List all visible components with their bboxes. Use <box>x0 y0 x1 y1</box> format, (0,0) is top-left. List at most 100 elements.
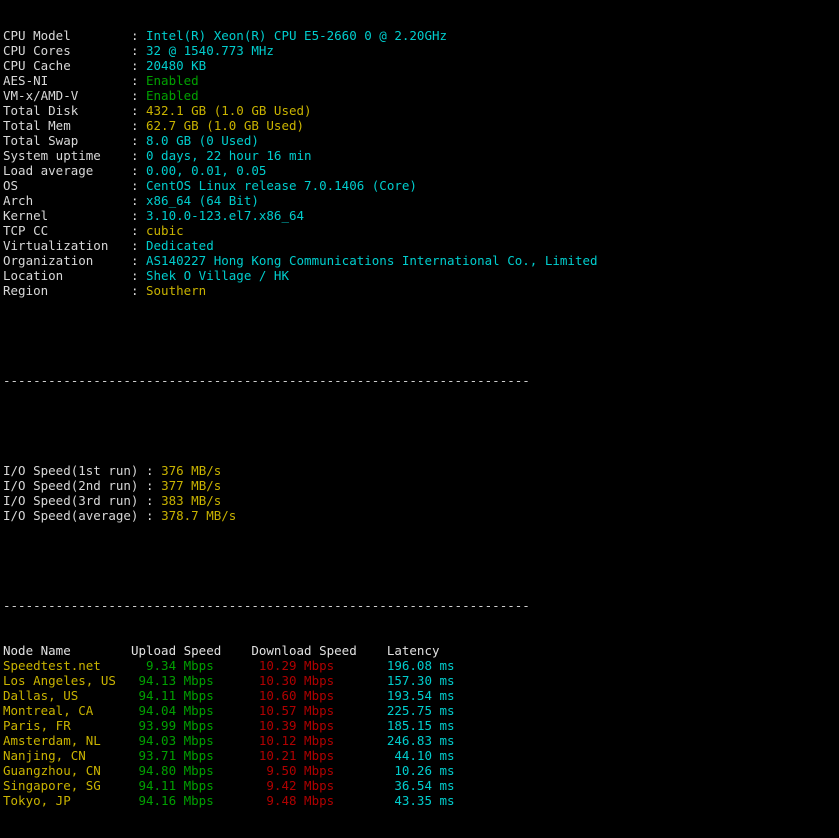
speedtest-download-speed: 10.29 Mbps <box>251 658 387 673</box>
speedtest-latency: 185.15 ms <box>386 718 455 733</box>
sysinfo-label: Organization <box>3 253 131 268</box>
speedtest-row: Dallas, US 94.11 Mbps 10.60 Mbps 193.54 … <box>3 688 598 703</box>
iospeed-label: I/O Speed(average) <box>3 508 146 523</box>
sysinfo-label: Total Disk <box>3 103 131 118</box>
sysinfo-row: Total Disk : 432.1 GB (1.0 GB Used) <box>3 103 598 118</box>
sysinfo-value: 3.10.0-123.el7.x86_64 <box>146 208 305 223</box>
separator-line-2: ----------------------------------------… <box>3 598 530 613</box>
speedtest-upload-speed: 93.99 Mbps <box>130 718 252 733</box>
sysinfo-separator: : <box>130 268 146 283</box>
iospeed-label: I/O Speed(1st run) <box>3 463 146 478</box>
iospeed-label: I/O Speed(2nd run) <box>3 478 146 493</box>
sysinfo-value: Dedicated <box>146 238 214 253</box>
speedtest-section: Node Name Upload Speed Download Speed La… <box>3 643 598 808</box>
speedtest-row: Los Angeles, US 94.13 Mbps 10.30 Mbps 15… <box>3 673 598 688</box>
sysinfo-separator: : <box>130 58 146 73</box>
speedtest-row: Amsterdam, NL 94.03 Mbps 10.12 Mbps 246.… <box>3 733 598 748</box>
speedtest-download-speed: 10.30 Mbps <box>251 673 387 688</box>
speedtest-latency: 43.35 ms <box>386 793 455 808</box>
speedtest-download-speed: 9.42 Mbps <box>251 778 387 793</box>
sysinfo-separator: : <box>130 178 146 193</box>
sysinfo-label: Total Swap <box>3 133 131 148</box>
speedtest-node-name: Singapore, SG <box>3 778 131 793</box>
iospeed-separator: : <box>146 508 162 523</box>
sysinfo-value: AS140227 Hong Kong Communications Intern… <box>146 253 598 268</box>
speedtest-download-speed: 10.21 Mbps <box>251 748 387 763</box>
sysinfo-row: Region : Southern <box>3 283 598 298</box>
sysinfo-value: 432.1 GB (1.0 GB Used) <box>146 103 312 118</box>
sysinfo-separator: : <box>130 103 146 118</box>
speedtest-latency: 44.10 ms <box>386 748 455 763</box>
speedtest-latency: 193.54 ms <box>386 688 455 703</box>
sysinfo-row: System uptime : 0 days, 22 hour 16 min <box>3 148 598 163</box>
speedtest-row: Singapore, SG 94.11 Mbps 9.42 Mbps 36.54… <box>3 778 598 793</box>
speedtest-row: Montreal, CA 94.04 Mbps 10.57 Mbps 225.7… <box>3 703 598 718</box>
sysinfo-row: CPU Model : Intel(R) Xeon(R) CPU E5-2660… <box>3 28 598 43</box>
sysinfo-separator: : <box>130 223 146 238</box>
speedtest-header-row: Node Name Upload Speed Download Speed La… <box>3 643 598 658</box>
sysinfo-label: CPU Cores <box>3 43 131 58</box>
speedtest-latency: 157.30 ms <box>386 673 455 688</box>
speedtest-latency: 246.83 ms <box>386 733 455 748</box>
terminal-output: CPU Model : Intel(R) Xeon(R) CPU E5-2660… <box>3 0 598 838</box>
sysinfo-row: Total Swap : 8.0 GB (0 Used) <box>3 133 598 148</box>
sysinfo-separator: : <box>130 283 146 298</box>
sysinfo-label: Virtualization <box>3 238 131 253</box>
iospeed-separator: : <box>146 463 162 478</box>
speedtest-node-name: Dallas, US <box>3 688 131 703</box>
sysinfo-value: Intel(R) Xeon(R) CPU E5-2660 0 @ 2.20GHz <box>146 28 448 43</box>
speedtest-node-name: Guangzhou, CN <box>3 763 131 778</box>
sysinfo-value: 62.7 GB (1.0 GB Used) <box>146 118 305 133</box>
sysinfo-label: System uptime <box>3 148 131 163</box>
io-speed-section: I/O Speed(1st run) : 376 MB/s I/O Speed(2… <box>3 463 598 523</box>
sysinfo-separator: : <box>130 88 146 103</box>
speedtest-upload-speed: 93.71 Mbps <box>130 748 252 763</box>
speedtest-upload-speed: 94.16 Mbps <box>130 793 252 808</box>
sysinfo-row: Location : Shek O Village / HK <box>3 268 598 283</box>
sysinfo-value: 20480 KB <box>146 58 207 73</box>
sysinfo-row: Total Mem : 62.7 GB (1.0 GB Used) <box>3 118 598 133</box>
speedtest-latency: 10.26 ms <box>386 763 455 778</box>
speedtest-upload-speed: 94.11 Mbps <box>130 688 252 703</box>
speedtest-latency: 36.54 ms <box>386 778 455 793</box>
speedtest-upload-speed: 94.04 Mbps <box>130 703 252 718</box>
sysinfo-label: Region <box>3 283 131 298</box>
column-header-download-speed: Download Speed <box>251 643 387 658</box>
sysinfo-separator: : <box>130 208 146 223</box>
speedtest-download-speed: 9.48 Mbps <box>251 793 387 808</box>
sysinfo-value: CentOS Linux release 7.0.1406 (Core) <box>146 178 417 193</box>
speedtest-row: Guangzhou, CN 94.80 Mbps 9.50 Mbps 10.26… <box>3 763 598 778</box>
terminal-window[interactable]: CPU Model : Intel(R) Xeon(R) CPU E5-2660… <box>0 0 839 808</box>
sysinfo-label: Kernel <box>3 208 131 223</box>
iospeed-separator: : <box>146 493 162 508</box>
sysinfo-value: 0 days, 22 hour 16 min <box>146 148 312 163</box>
column-header-upload-speed: Upload Speed <box>130 643 252 658</box>
sysinfo-separator: : <box>130 28 146 43</box>
sysinfo-separator: : <box>130 133 146 148</box>
iospeed-row: I/O Speed(average) : 378.7 MB/s <box>3 508 598 523</box>
sysinfo-label: OS <box>3 178 131 193</box>
sysinfo-value: Southern <box>146 283 207 298</box>
sysinfo-separator: : <box>130 238 146 253</box>
sysinfo-label: AES-NI <box>3 73 131 88</box>
sysinfo-row: Load average : 0.00, 0.01, 0.05 <box>3 163 598 178</box>
speedtest-node-name: Paris, FR <box>3 718 131 733</box>
speedtest-row: Nanjing, CN 93.71 Mbps 10.21 Mbps 44.10 … <box>3 748 598 763</box>
sysinfo-label: Total Mem <box>3 118 131 133</box>
speedtest-download-speed: 10.57 Mbps <box>251 703 387 718</box>
speedtest-download-speed: 10.39 Mbps <box>251 718 387 733</box>
sysinfo-row: TCP CC : cubic <box>3 223 598 238</box>
sysinfo-value: 8.0 GB (0 Used) <box>146 133 259 148</box>
sysinfo-value: Enabled <box>146 73 199 88</box>
sysinfo-separator: : <box>130 118 146 133</box>
speedtest-node-name: Tokyo, JP <box>3 793 131 808</box>
system-info-section: CPU Model : Intel(R) Xeon(R) CPU E5-2660… <box>3 28 598 298</box>
sysinfo-row: Arch : x86_64 (64 Bit) <box>3 193 598 208</box>
sysinfo-separator: : <box>130 163 146 178</box>
iospeed-row: I/O Speed(2nd run) : 377 MB/s <box>3 478 598 493</box>
sysinfo-value: cubic <box>146 223 184 238</box>
sysinfo-row: OS : CentOS Linux release 7.0.1406 (Core… <box>3 178 598 193</box>
speedtest-row: Tokyo, JP 94.16 Mbps 9.48 Mbps 43.35 ms <box>3 793 598 808</box>
